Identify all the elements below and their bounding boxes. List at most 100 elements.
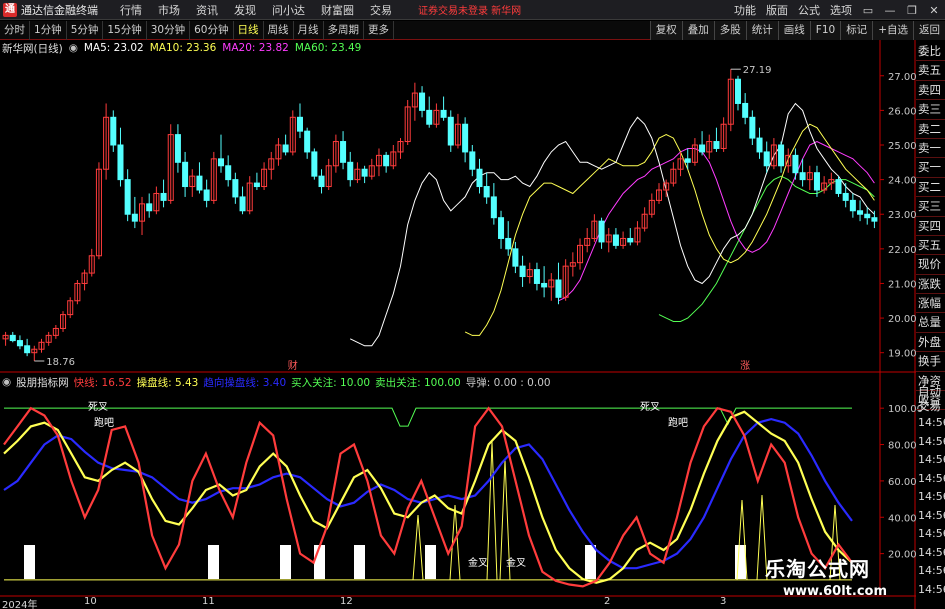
candle-body — [713, 141, 720, 149]
candle-body — [519, 265, 526, 278]
candle-body — [182, 161, 189, 188]
signal-bar — [314, 545, 325, 579]
candle-body — [146, 203, 153, 212]
indicator-header: ◉ 股朋指标网 快线: 16.52 操盘线: 5.43 趋向操盘线: 3.40 … — [2, 375, 556, 389]
candle-body — [778, 144, 785, 167]
candle-body — [476, 168, 483, 188]
y-tick-label: 19.00 — [888, 349, 917, 360]
indicator-annotation-5: 金叉 — [506, 556, 526, 569]
expand-icon[interactable]: ◉ — [69, 42, 78, 54]
sell-watch-label: 卖出关注: 100.00 — [375, 376, 461, 389]
y-tick-label: 25.00 — [888, 141, 917, 152]
chart-canvas[interactable]: 19.00 20.00 21.00 22.00 23.00 24.00 25.00 26.00… — [0, 0, 945, 609]
sidebar-item-9[interactable]: 买四 — [916, 217, 945, 236]
ma-lines — [349, 102, 875, 347]
sidebar-item-7[interactable]: 买二 — [916, 178, 945, 198]
sidebar-item-5[interactable]: 卖一 — [916, 139, 945, 159]
candle-body — [361, 168, 368, 177]
trade-time-2: 14:56 — [918, 453, 945, 466]
candle-body — [304, 130, 311, 153]
candle-body — [512, 248, 519, 267]
indicator-annotation-1: 跑吧 — [94, 416, 114, 429]
sidebar-item-16[interactable]: 换手 — [916, 352, 945, 372]
trade-time-3: 14:56 — [918, 471, 945, 485]
indicator-icon[interactable]: ◉ — [2, 376, 11, 388]
ma20-label: MA20: 23.82 — [222, 42, 289, 54]
candle-body — [857, 210, 864, 215]
candle-body — [196, 175, 203, 191]
x-tick-label: 2024年 — [2, 600, 38, 609]
sidebar-item-3[interactable]: 卖三 — [916, 100, 945, 120]
candle-body — [217, 158, 225, 167]
sidebar-item-12[interactable]: 涨跌 — [916, 275, 945, 295]
candle-body — [541, 282, 548, 288]
ma5-line — [349, 102, 875, 347]
signal-bar — [24, 545, 35, 579]
buy-watch-label: 买入关注: 10.00 — [291, 376, 371, 389]
sidebar-item-14[interactable]: 总量 — [916, 313, 945, 333]
indicator-annotation-0: 死叉 — [88, 401, 108, 413]
candle-body — [203, 189, 210, 201]
ind-y-tick-label: 60.00 — [888, 477, 917, 488]
sidebar-item-1[interactable]: 卖五 — [916, 61, 945, 81]
candle-body — [110, 116, 117, 146]
candle-body — [864, 213, 871, 219]
sidebar-item-2[interactable]: 卖四 — [916, 81, 945, 101]
missile-label: 导弹: 0.00 : 0.00 — [465, 376, 551, 389]
candle-body — [131, 213, 138, 222]
high-label: 27.19 — [743, 65, 772, 76]
candle-body — [225, 165, 232, 181]
y-tick-label: 27.00 — [888, 72, 917, 83]
sidebar-item-13[interactable]: 涨幅 — [916, 294, 945, 314]
candle-body — [318, 175, 325, 188]
sidebar-item-15[interactable]: 外盘 — [916, 333, 945, 353]
sidebar-item-6[interactable]: 买一 — [916, 158, 945, 178]
candle-body — [842, 192, 849, 201]
candle-body — [124, 179, 131, 215]
trade-time-5: 14:56 — [918, 508, 945, 522]
event-marker-1: 涨 — [740, 360, 750, 372]
x-tick-label: 2 — [604, 596, 611, 607]
watermark: 乐淘公式网 www.60lt.com — [765, 553, 945, 609]
candle-body — [347, 161, 354, 181]
watermark-url: www.60lt.com — [783, 584, 888, 599]
sidebar-item-8[interactable]: 买三 — [916, 197, 945, 217]
quote-sidebar: 委比 卖五 卖四 卖三 卖二 卖一 买一 买二 买三 买四 买五 现价 涨跌 涨幅 总量 外盘 换手 净资 收益 — [916, 42, 945, 411]
candle-body — [612, 234, 619, 246]
x-tick-label: 10 — [84, 596, 97, 607]
signal-bar — [585, 545, 596, 579]
candle-body — [684, 158, 691, 163]
indicator-annotation-2: 死叉 — [640, 401, 660, 413]
candle-body — [792, 154, 799, 174]
ind-y-tick-label: 40.00 — [888, 513, 917, 524]
missile-spike — [486, 441, 498, 581]
operate-line-label: 操盘线: 5.43 — [136, 376, 199, 389]
indicator-annotation-4: 金叉 — [468, 556, 488, 569]
low-label: 18.76 — [46, 357, 75, 368]
ma10-label: MA10: 23.36 — [149, 42, 217, 54]
y-tick-label: 20.00 — [888, 314, 917, 325]
candle-body — [598, 220, 605, 243]
candle-body — [813, 172, 820, 191]
candle-body — [699, 144, 706, 153]
candle-body — [799, 172, 806, 181]
candle-body — [469, 151, 476, 170]
candle-body — [447, 116, 454, 146]
trade-sidebar-item-1[interactable]: 交易 — [916, 399, 945, 414]
candle-body — [483, 186, 490, 198]
ma5-label: MA5: 23.02 — [83, 42, 144, 54]
ma10-line — [464, 123, 875, 336]
x-tick-label: 11 — [202, 596, 215, 607]
candle-body — [311, 151, 318, 177]
signal-bar — [425, 545, 436, 579]
watermark-title: 乐淘公式网 — [765, 557, 870, 581]
main-chart-header: 新华网(日线) ◉ MA5: 23.02 MA10: 23.36 MA20: 2… — [2, 41, 367, 55]
sidebar-item-10[interactable]: 买五 — [916, 236, 945, 256]
sidebar-item-4[interactable]: 卖二 — [916, 120, 945, 139]
fast-line-label: 快线: 16.52 — [73, 376, 132, 389]
y-tick-label: 23.00 — [888, 210, 917, 221]
sidebar-item-11[interactable]: 现价 — [916, 255, 945, 275]
x-axis: 2024年 10 11 12 2 3 — [0, 596, 880, 609]
trade-sidebar-item-0[interactable]: 自动 — [916, 384, 945, 399]
sidebar-item-0[interactable]: 委比 — [916, 42, 945, 62]
